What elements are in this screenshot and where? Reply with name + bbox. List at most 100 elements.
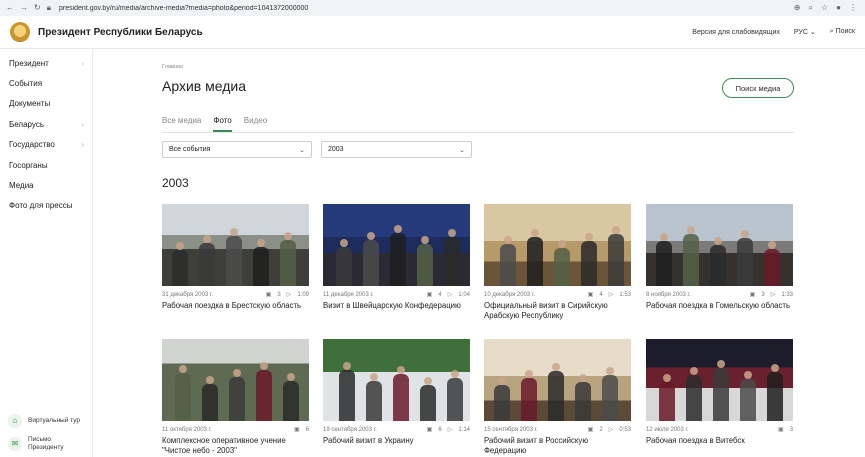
tab-photo[interactable]: Фото [213, 116, 232, 132]
tab-label: Все медиа [162, 116, 202, 125]
photo-figure [581, 233, 597, 286]
tab-video[interactable]: Видео [244, 116, 267, 132]
photo-figure [202, 376, 218, 421]
event-select[interactable]: Все события ⌄ [162, 141, 312, 158]
sidebar-item[interactable]: Беларусь › [0, 114, 92, 134]
media-meta: 31 декабря 2003 г. ▣ 3 ▷ 1:09 [162, 291, 309, 299]
year-select[interactable]: 2003 ⌄ [321, 141, 472, 158]
media-card[interactable]: 11 октября 2003 г. ▣ 6 Комплексное оператив… [162, 339, 309, 455]
media-title[interactable]: Рабочий визит в Российскую Федерацию [484, 436, 631, 455]
photo-icon: ▣ [293, 427, 300, 433]
letter-link[interactable]: ✉ Письмо Президенту [0, 432, 92, 457]
photo-figure [175, 365, 191, 421]
search-media-button[interactable]: Поиск медиа [722, 78, 794, 98]
photo-figure-head [233, 369, 241, 377]
media-counts: ▣ 2 ▷ 0:53 [587, 426, 631, 434]
photo-figure [713, 360, 729, 421]
reload-icon[interactable]: ↻ [34, 3, 41, 13]
media-card[interactable]: 19 сентября 2003 г. ▣ 6 ▷ 1:14 Рабочий визит … [323, 339, 470, 446]
event-select-value: Все события [169, 146, 211, 153]
media-card[interactable]: 12 июля 2003 г. ▣ 3 Рабочая поездка в Витеб… [646, 339, 793, 446]
back-icon[interactable]: ← [6, 3, 14, 13]
star-icon[interactable]: ☆ [821, 3, 828, 13]
accessibility-link[interactable]: Версия для слабовидящих [692, 29, 780, 36]
play-icon: ▷ [770, 292, 776, 298]
chevron-down-icon: ⌄ [299, 146, 305, 154]
media-meta: 12 июля 2003 г. ▣ 3 [646, 426, 793, 434]
media-card[interactable]: 11 декабря 2003 г. ▣ 4 ▷ 1:04 Визит в Швейцар… [323, 204, 470, 311]
media-card[interactable]: 10 декабря 2003 г. ▣ 4 ▷ 1:53 Официальный виз… [484, 204, 631, 320]
sidebar-item[interactable]: События [0, 73, 92, 93]
sidebar-item[interactable]: Государство › [0, 135, 92, 155]
media-title[interactable]: Официальный визит в Сирийскую Арабскую Р… [484, 301, 631, 320]
zoom-icon[interactable]: ⊕ [794, 3, 801, 13]
language-select[interactable]: РУС ⌄ [794, 28, 816, 36]
media-title[interactable]: Рабочая поездка в Витебск [646, 436, 793, 446]
media-meta: 11 декабря 2003 г. ▣ 4 ▷ 1:04 [323, 291, 470, 299]
photo-figure-head [579, 374, 587, 382]
media-thumbnail[interactable] [646, 339, 793, 421]
photo-figure [527, 229, 543, 286]
photo-figure [737, 230, 753, 286]
photo-figure [226, 228, 242, 286]
menu-icon[interactable]: ⋮ [849, 3, 857, 13]
breadcrumb[interactable]: Главная [162, 64, 183, 70]
virtual-tour-link[interactable]: ⌂ Виртуальный тур [0, 410, 92, 432]
profile-icon[interactable]: ● [836, 3, 841, 13]
photo-figure-head [343, 362, 351, 370]
sidebar-item[interactable]: Фото для прессы [0, 196, 92, 216]
media-thumbnail[interactable] [484, 204, 631, 286]
address-bar[interactable]: president.gov.by/ru/media/archive-media?… [59, 5, 794, 12]
photo-icon: ▣ [426, 292, 433, 298]
photo-figure-head [663, 374, 671, 382]
media-card[interactable]: 8 ноября 2003 г. ▣ 3 ▷ 1:33 Рабочая поездка в… [646, 204, 793, 311]
media-counts: ▣ 3 [778, 426, 793, 434]
media-counts: ▣ 4 ▷ 1:04 [426, 291, 470, 299]
photo-count: 2 [599, 426, 603, 433]
site-title[interactable]: Президент Республики Беларусь [38, 27, 203, 38]
media-thumbnail[interactable] [484, 339, 631, 421]
media-thumbnail[interactable] [162, 339, 309, 421]
emblem-logo[interactable] [10, 22, 30, 42]
search-icon[interactable]: ⌕ [809, 3, 813, 13]
media-title[interactable]: Рабочий визит в Украину [323, 436, 470, 446]
media-title[interactable]: Визит в Швейцарскую Конфедерацию [323, 301, 470, 311]
browser-actions: ⊕ ⌕ ☆ ● ⋮ [794, 3, 865, 13]
forward-icon[interactable]: → [20, 3, 28, 13]
sidebar-item-label: Документы [9, 99, 51, 109]
photo-figure-head [498, 377, 506, 385]
year-select-value: 2003 [328, 146, 344, 153]
media-thumbnail[interactable] [323, 339, 470, 421]
media-title[interactable]: Рабочая поездка в Брестскую область [162, 301, 309, 311]
page-title: Архив медиа [162, 78, 246, 94]
photo-figure [417, 236, 433, 286]
photo-figure [764, 241, 780, 286]
chevron-right-icon: › [81, 140, 84, 150]
media-thumbnail[interactable] [323, 204, 470, 286]
sidebar-item[interactable]: Медиа [0, 175, 92, 195]
photo-figure-head [690, 367, 698, 375]
photo-icon: ▣ [749, 292, 756, 298]
sidebar-item[interactable]: Госорганы [0, 155, 92, 175]
media-card[interactable]: 15 сентября 2003 г. ▣ 2 ▷ 0:53 Рабочий визит … [484, 339, 631, 455]
media-thumbnail[interactable] [162, 204, 309, 286]
sidebar-item[interactable]: Президент › [0, 53, 92, 73]
media-title[interactable]: Комплексное оперативное учение "Чистое н… [162, 436, 309, 455]
header-actions: Версия для слабовидящих РУС ⌄ ⌕ Поиск [692, 28, 865, 36]
photo-figure-head [687, 226, 695, 234]
media-card[interactable]: 31 декабря 2003 г. ▣ 3 ▷ 1:09 Рабочая поездка… [162, 204, 309, 311]
search-icon: ⌕ [829, 28, 834, 35]
tab-all-media[interactable]: Все медиа [162, 116, 201, 132]
photo-figure-head [367, 232, 375, 240]
video-duration: 1:53 [619, 291, 631, 298]
media-thumbnail[interactable] [646, 204, 793, 286]
media-title[interactable]: Рабочая поездка в Гомельскую область [646, 301, 793, 311]
photo-figure-head [606, 367, 614, 375]
sidebar: Президент › События Документы Беларусь › Госуд… [0, 48, 93, 457]
sidebar-item[interactable]: Документы [0, 94, 92, 114]
media-counts: ▣ 4 ▷ 1:53 [588, 291, 631, 299]
photo-icon: ▣ [587, 427, 594, 433]
search-button[interactable]: ⌕ Поиск [830, 28, 855, 36]
photo-count: 3 [277, 291, 281, 298]
photo-figure-head [558, 240, 566, 248]
